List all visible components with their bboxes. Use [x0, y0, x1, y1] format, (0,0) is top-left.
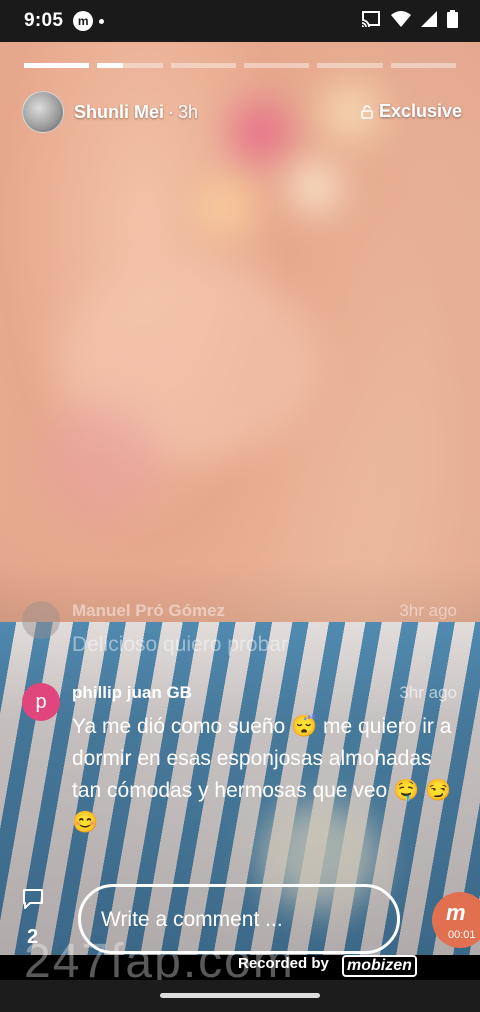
avatar-initial: p [35, 690, 47, 713]
system-nav-bar [0, 980, 480, 1012]
avatar[interactable] [22, 91, 64, 133]
comment-time: 3hr ago [399, 601, 457, 620]
progress-segment [24, 63, 90, 68]
comment-text: Ya me dió como sueño 😴 me quiero ir a do… [72, 715, 452, 834]
notification-dot-icon [99, 18, 105, 24]
progress-segment [390, 63, 456, 68]
status-time: 9:05 [24, 10, 64, 31]
home-gesture-handle[interactable] [160, 993, 320, 998]
progress-segment [243, 63, 310, 68]
commenter-avatar[interactable] [22, 601, 60, 639]
cast-icon [361, 11, 380, 28]
progress-segment [317, 63, 383, 68]
story-header: Shunli Mei · 3h Exclusive [22, 91, 462, 133]
wifi-icon [391, 11, 411, 27]
story-progress [24, 63, 456, 68]
progress-segment [170, 63, 236, 68]
comment-item: p phillip juan GB 3hr ago Ya me dió como… [22, 683, 462, 873]
comment-placeholder: Write a comment ... [101, 908, 283, 931]
status-bar: 9:05 m [0, 0, 480, 42]
lock-icon [361, 104, 373, 119]
signal-icon [421, 11, 437, 27]
comment-text: Delicioso quiero probar [72, 633, 288, 656]
mobizen-icon: m [73, 11, 94, 31]
progress-segment-active [97, 63, 163, 68]
recorder-m-icon: m [446, 900, 466, 925]
comment-item: Manuel Pró Gómez 3hr ago Delicioso quier… [22, 601, 462, 671]
recorder-badge[interactable]: m 00:01 [432, 892, 480, 948]
comment-bubble-icon[interactable] [22, 888, 44, 910]
recorder-time: 00:01 [448, 929, 476, 941]
recorded-by-label: Recorded by [238, 955, 329, 972]
battery-icon [447, 10, 458, 28]
story-age: 3h [178, 101, 199, 122]
commenter-name[interactable]: phillip juan GB [72, 683, 192, 703]
exclusive-label: Exclusive [378, 101, 462, 121]
commenter-name[interactable]: Manuel Pró Gómez [72, 601, 225, 621]
exclusive-badge: Exclusive [361, 101, 462, 122]
story-separator: · [168, 101, 174, 122]
commenter-avatar[interactable]: p [22, 683, 60, 721]
story-username[interactable]: Shunli Mei [74, 102, 164, 123]
comment-time: 3hr ago [399, 683, 457, 702]
mobizen-logo: mobizen [342, 955, 417, 977]
